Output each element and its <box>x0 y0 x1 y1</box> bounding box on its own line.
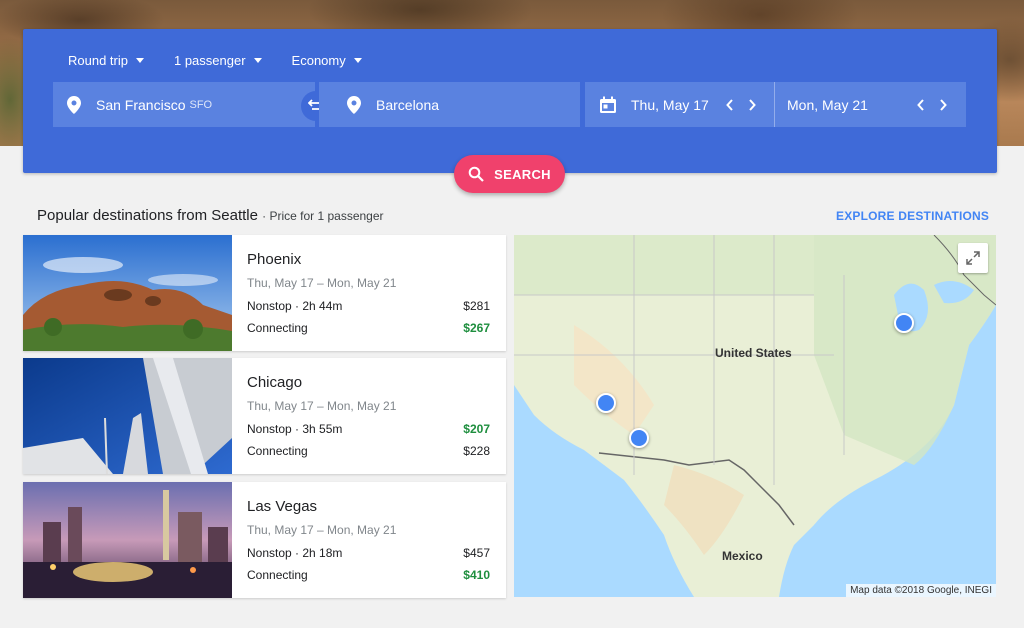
nonstop-price: $457 <box>463 546 490 560</box>
cabin-class-label: Economy <box>291 53 346 68</box>
destination-photo <box>23 482 232 598</box>
nonstop-row: Nonstop · 3h 55m $207 <box>247 422 490 436</box>
map-label-united-states: United States <box>715 346 792 360</box>
destination-city: Barcelona <box>376 96 440 113</box>
origin-field[interactable]: San Francisco SFO <box>53 82 315 127</box>
section-subtitle: · Price for 1 passenger <box>262 209 384 223</box>
trip-type-dropdown[interactable]: Round trip <box>68 53 144 68</box>
origin-city: San Francisco <box>96 96 186 113</box>
map-marker-las-vegas[interactable] <box>596 393 616 413</box>
section-heading: Popular destinations from Seattle <box>37 207 258 224</box>
connecting-info: Connecting <box>247 568 308 582</box>
caret-down-icon <box>135 58 144 63</box>
nonstop-row: Nonstop · 2h 44m $281 <box>247 299 490 313</box>
map-marker-phoenix[interactable] <box>629 428 649 448</box>
section-title: Popular destinations from Seattle · Pric… <box>37 207 384 224</box>
destination-city: Phoenix <box>247 251 302 268</box>
origin-code: SFO <box>189 98 213 111</box>
destination-photo <box>23 358 232 474</box>
destination-field[interactable]: Barcelona <box>319 82 580 127</box>
trip-dates: Thu, May 17 – Mon, May 21 <box>247 399 397 413</box>
passengers-dropdown[interactable]: 1 passenger <box>174 53 262 68</box>
destination-card-las-vegas[interactable]: Las Vegas Thu, May 17 – Mon, May 21 Nons… <box>23 482 506 598</box>
destination-card-phoenix[interactable]: Phoenix Thu, May 17 – Mon, May 21 Nonsto… <box>23 235 506 351</box>
passengers-label: 1 passenger <box>173 53 246 68</box>
nonstop-price: $281 <box>463 299 490 313</box>
destination-photo <box>23 235 232 351</box>
destination-card-chicago[interactable]: Chicago Thu, May 17 – Mon, May 21 Nonsto… <box>23 358 506 474</box>
nonstop-info: Nonstop · 2h 44m <box>247 299 343 313</box>
return-date: Mon, May 21 <box>787 96 868 113</box>
map-label-mexico: Mexico <box>722 549 763 563</box>
caret-down-icon <box>253 58 262 63</box>
flight-search-panel: Round trip 1 passenger Economy San Franc… <box>23 29 997 193</box>
location-pin-icon <box>67 95 81 114</box>
expand-icon <box>966 251 980 265</box>
trip-type-label: Round trip <box>68 53 128 68</box>
chevron-right-icon[interactable] <box>741 94 763 116</box>
connecting-row: Connecting $267 <box>247 321 490 335</box>
cabin-class-dropdown[interactable]: Economy <box>292 53 362 68</box>
nonstop-info: Nonstop · 2h 18m <box>247 546 343 560</box>
connecting-info: Connecting <box>247 321 308 335</box>
caret-down-icon <box>353 58 362 63</box>
map-attribution: Map data ©2018 Google, INEGI <box>846 584 996 597</box>
chevron-left-icon[interactable] <box>910 94 932 116</box>
connecting-price: $267 <box>463 321 490 335</box>
expand-map-button[interactable] <box>958 243 988 273</box>
trip-dates: Thu, May 17 – Mon, May 21 <box>247 276 397 290</box>
depart-date-field[interactable]: Thu, May 17 <box>585 82 775 127</box>
destination-city: Chicago <box>247 374 303 391</box>
return-date-field[interactable]: Mon, May 21 <box>775 82 966 127</box>
search-button-label: SEARCH <box>494 166 551 182</box>
chevron-left-icon[interactable] <box>719 94 741 116</box>
trip-dates: Thu, May 17 – Mon, May 21 <box>247 523 397 537</box>
destination-city: Las Vegas <box>247 498 318 515</box>
nonstop-row: Nonstop · 2h 18m $457 <box>247 546 490 560</box>
nonstop-price: $207 <box>463 422 490 436</box>
connecting-row: Connecting $228 <box>247 444 490 458</box>
date-fields: Thu, May 17 Mon, May 21 <box>585 82 966 127</box>
connecting-price: $228 <box>463 444 490 458</box>
connecting-info: Connecting <box>247 444 308 458</box>
calendar-icon <box>600 96 616 113</box>
chevron-right-icon[interactable] <box>932 94 954 116</box>
destinations-map[interactable]: United States Mexico Map data ©2018 Goog… <box>514 235 996 597</box>
connecting-price: $410 <box>463 568 490 582</box>
connecting-row: Connecting $410 <box>247 568 490 582</box>
map-marker-chicago[interactable] <box>894 313 914 333</box>
location-pin-icon <box>347 95 361 114</box>
search-button[interactable]: SEARCH <box>454 155 565 193</box>
nonstop-info: Nonstop · 3h 55m <box>247 422 343 436</box>
map-canvas <box>514 235 996 597</box>
depart-date: Thu, May 17 <box>631 96 709 113</box>
explore-destinations-link[interactable]: EXPLORE DESTINATIONS <box>836 209 989 223</box>
search-icon <box>468 166 484 182</box>
